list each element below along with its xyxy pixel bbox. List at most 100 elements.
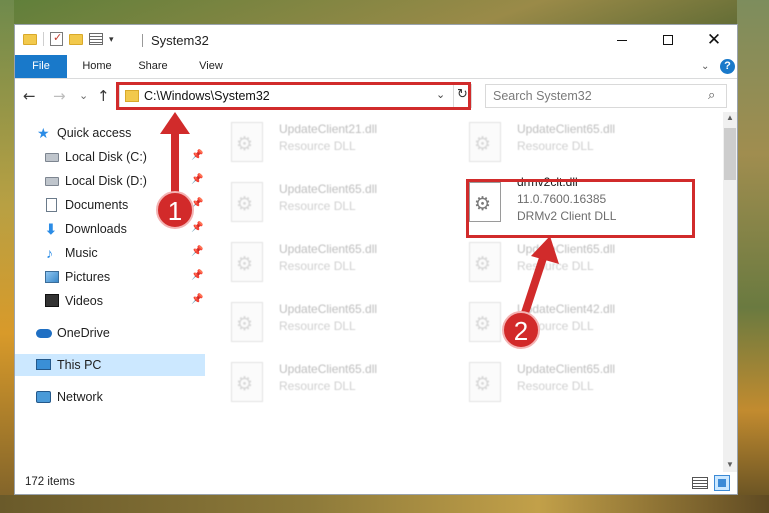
sidebar-item-label: Documents <box>65 198 129 212</box>
sidebar-item-label: Videos <box>65 294 103 308</box>
up-button[interactable]: ↑ <box>97 87 110 105</box>
file-description: Resource DLL <box>517 259 594 273</box>
desktop-wallpaper-left <box>0 0 14 513</box>
sidebar-item-label: Pictures <box>65 270 111 284</box>
music-icon: ♪ <box>46 245 53 261</box>
recent-locations-button[interactable]: ⌄ <box>79 89 88 102</box>
dll-file-icon: ⚙ <box>231 122 263 162</box>
sidebar-item-videos[interactable]: Videos 📌 <box>15 290 205 312</box>
quick-access-toolbar: ▾ <box>23 31 114 46</box>
sidebar-item-label: Downloads <box>65 222 127 236</box>
minimize-button[interactable] <box>599 25 645 55</box>
file-item[interactable]: ⚙ UpdateClient65.dll Resource DLL <box>207 232 435 286</box>
file-item[interactable]: ⚙ UpdateClient65.dll Resource DLL <box>207 292 435 346</box>
search-icon[interactable]: ⌕ <box>708 88 715 103</box>
dll-file-icon: ⚙ <box>469 362 501 402</box>
pictures-icon <box>45 271 59 283</box>
dll-file-icon: ⚙ <box>231 182 263 222</box>
search-input[interactable]: Search System32 <box>493 89 592 103</box>
tab-share[interactable]: Share <box>131 55 175 78</box>
file-name: UpdateClient65.dll <box>279 242 378 256</box>
maximize-button[interactable] <box>645 25 691 55</box>
dll-file-icon: ⚙ <box>469 122 501 162</box>
disk-icon <box>45 153 59 162</box>
new-folder-icon[interactable] <box>69 32 83 46</box>
vertical-scrollbar[interactable]: ▲ ▼ <box>723 112 737 472</box>
dll-file-icon: ⚙ <box>231 242 263 282</box>
file-description: Resource DLL <box>517 139 594 153</box>
file-item[interactable]: ⚙ UpdateClient65.dll Resource DLL <box>445 232 673 286</box>
file-name: UpdateClient65.dll <box>517 242 616 256</box>
sidebar-item-label: Local Disk (D:) <box>65 174 147 188</box>
dll-file-icon: ⚙ <box>469 302 501 342</box>
views-icon[interactable] <box>89 33 103 45</box>
item-count: 172 items <box>25 476 75 488</box>
file-description: Resource DLL <box>279 319 356 333</box>
customize-toolbar-dropdown[interactable]: ▾ <box>109 34 114 45</box>
file-item[interactable]: ⚙ UpdateClient21.dll Resource DLL <box>207 112 435 166</box>
folder-icon[interactable] <box>23 32 37 46</box>
file-description: Resource DLL <box>279 139 356 153</box>
sidebar-item-onedrive[interactable]: OneDrive <box>15 322 205 344</box>
details-view-icon[interactable] <box>692 477 708 489</box>
star-icon: ★ <box>37 125 50 141</box>
sidebar-item-network[interactable]: Network <box>15 386 205 408</box>
dll-file-icon: ⚙ <box>469 242 501 282</box>
sidebar-item-quick-access[interactable]: ★ Quick access <box>15 122 205 144</box>
status-bar: 172 items <box>15 472 737 494</box>
dll-file-icon: ⚙ <box>231 302 263 342</box>
video-icon <box>45 294 59 307</box>
properties-icon[interactable] <box>50 31 63 46</box>
pin-icon: 📌 <box>191 174 204 185</box>
file-name: UpdateClient65.dll <box>279 182 378 196</box>
sidebar-item-pictures[interactable]: Pictures 📌 <box>15 266 205 288</box>
tab-view[interactable]: View <box>189 55 233 78</box>
scrollbar-thumb[interactable] <box>724 128 736 180</box>
sidebar-item-label: OneDrive <box>57 326 110 340</box>
network-icon <box>36 391 51 403</box>
expand-ribbon-icon[interactable]: ⌄ <box>701 61 709 72</box>
file-item[interactable]: ⚙ UpdateClient65.dll Resource DLL <box>207 352 435 406</box>
pin-icon: 📌 <box>191 150 204 161</box>
file-list: ⚙ UpdateClient21.dll Resource DLL ⚙ Upda… <box>207 112 723 472</box>
pin-icon: 📌 <box>191 246 204 257</box>
file-item[interactable]: ⚙ UpdateClient65.dll Resource DLL <box>445 352 673 406</box>
file-highlight <box>466 179 695 238</box>
file-item[interactable]: ⚙ UpdateClient65.dll Resource DLL <box>207 172 435 226</box>
toolbar-divider <box>43 32 44 46</box>
scroll-down-icon[interactable]: ▼ <box>726 460 734 469</box>
desktop-wallpaper-right <box>737 0 769 513</box>
computer-icon <box>36 359 51 370</box>
address-bar-highlight <box>116 82 471 110</box>
step-2-badge: 2 <box>502 311 540 349</box>
title-bar: ▾ System32 ✕ <box>15 25 737 55</box>
sidebar-item-music[interactable]: ♪ Music 📌 <box>15 242 205 264</box>
sidebar-item-this-pc[interactable]: This PC <box>15 354 205 376</box>
back-button[interactable]: ← <box>23 87 36 105</box>
sidebar-item-label: Network <box>57 390 103 404</box>
tab-home[interactable]: Home <box>75 55 119 78</box>
sidebar-item-label: Music <box>65 246 98 260</box>
search-box[interactable]: Search System32 ⌕ <box>485 84 727 108</box>
pin-icon: 📌 <box>191 270 204 281</box>
sidebar-item-label: Local Disk (C:) <box>65 150 147 164</box>
help-icon[interactable]: ? <box>720 59 735 74</box>
cloud-icon <box>36 329 52 338</box>
large-icons-view-icon[interactable] <box>714 475 730 491</box>
scroll-up-icon[interactable]: ▲ <box>726 113 734 122</box>
close-icon: ✕ <box>706 29 722 50</box>
forward-button[interactable]: → <box>53 87 66 105</box>
tab-file[interactable]: File <box>15 55 67 78</box>
sidebar-item-local-disk-d[interactable]: Local Disk (D:) 📌 <box>15 170 205 192</box>
file-description: Resource DLL <box>279 199 356 213</box>
desktop-wallpaper-bottom <box>0 495 769 513</box>
file-item[interactable]: ⚙ UpdateClient42.dll Resource DLL <box>445 292 673 346</box>
navigation-pane: ★ Quick access Local Disk (C:) 📌 Local D… <box>15 112 207 472</box>
maximize-icon <box>663 35 673 45</box>
file-item[interactable]: ⚙ UpdateClient65.dll Resource DLL <box>445 112 673 166</box>
close-button[interactable]: ✕ <box>691 25 737 55</box>
document-icon <box>46 198 57 212</box>
sidebar-item-label: Quick access <box>57 126 132 140</box>
pin-icon: 📌 <box>191 222 204 233</box>
sidebar-item-local-disk-c[interactable]: Local Disk (C:) 📌 <box>15 146 205 168</box>
